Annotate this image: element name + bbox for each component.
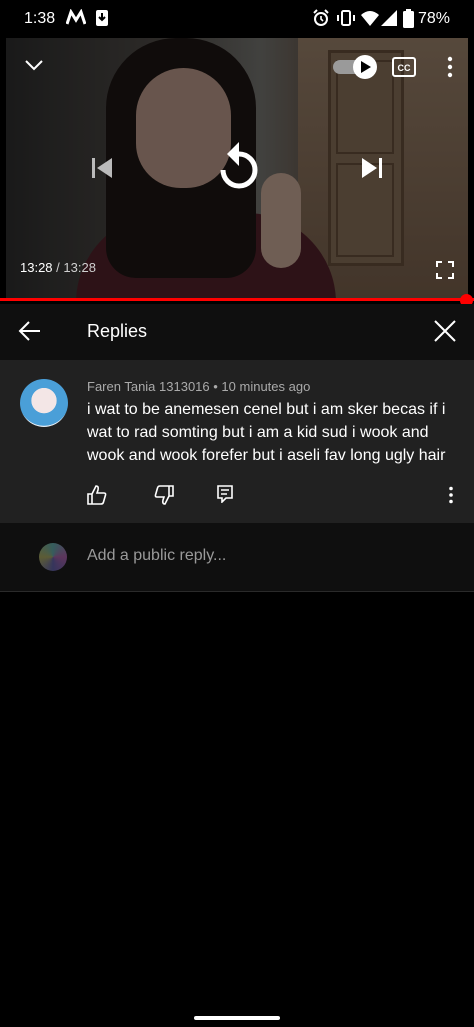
comment-age: 10 minutes ago (221, 379, 311, 394)
dislike-icon[interactable] (154, 485, 174, 505)
comment-meta: Faren Tania 1313016 • 10 minutes ago (87, 379, 311, 394)
video-player[interactable]: CC 13:28 / 13:28 (6, 38, 468, 298)
parent-comment: Faren Tania 1313016 • 10 minutes ago i w… (0, 360, 474, 523)
autoplay-toggle[interactable] (332, 54, 378, 80)
video-time: 13:28 / 13:28 (20, 260, 96, 275)
captions-icon[interactable]: CC (392, 56, 416, 78)
comment-author[interactable]: Faren Tania 1313016 (87, 379, 210, 394)
next-video-icon[interactable] (360, 156, 384, 180)
commenter-avatar[interactable] (20, 379, 68, 427)
svg-text:CC: CC (398, 63, 411, 73)
progress-bar[interactable] (0, 298, 474, 301)
previous-video-icon[interactable] (90, 156, 114, 180)
user-avatar (39, 543, 67, 571)
comment-menu-icon[interactable] (448, 486, 454, 504)
battery-icon (403, 9, 414, 28)
app-notification-icon (66, 9, 86, 25)
status-bar: 1:38 78% (0, 0, 474, 38)
back-arrow-icon[interactable] (18, 320, 42, 342)
reply-composer: Add a public reply... (0, 523, 474, 592)
close-icon[interactable] (434, 320, 456, 342)
vibrate-icon (337, 10, 355, 26)
current-time: 13:28 (20, 260, 53, 275)
comment-text: i wat to be anemesen cenel but i am sker… (87, 401, 446, 464)
reply-icon[interactable] (217, 485, 233, 503)
replay-icon[interactable] (209, 138, 269, 198)
wifi-icon (361, 11, 379, 26)
fullscreen-icon[interactable] (436, 261, 454, 279)
status-time: 1:38 (24, 10, 56, 27)
collapse-chevron-icon[interactable] (24, 58, 44, 72)
replies-title: Replies (87, 321, 148, 341)
download-notification-icon (96, 10, 108, 26)
alarm-icon (313, 9, 329, 26)
replies-header: Replies (0, 304, 474, 360)
more-options-icon[interactable] (446, 56, 454, 78)
gesture-nav-bar[interactable] (194, 1016, 280, 1020)
signal-icon (381, 10, 397, 26)
duration: 13:28 (63, 260, 96, 275)
reply-input[interactable]: Add a public reply... (87, 547, 226, 565)
battery-percent: 78% (418, 10, 451, 27)
like-icon[interactable] (87, 485, 107, 505)
